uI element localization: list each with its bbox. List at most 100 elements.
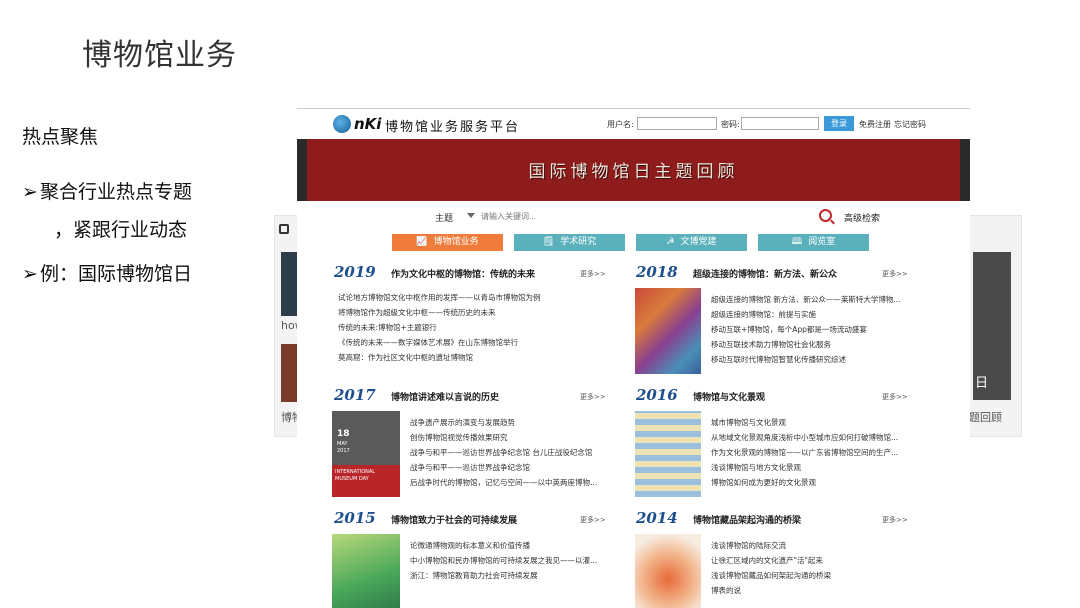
article-panel: 论微通博物观的标本意义和价值传播 中小博物馆和民办博物馆的可持续发展之我见——以… bbox=[332, 534, 625, 608]
article-link[interactable]: 超级连接的博物馆 新方法、新公众——莱斯特大学博物... bbox=[711, 292, 923, 307]
bullet-text: 例：国际博物馆日 bbox=[40, 263, 193, 285]
section-year: 2015 bbox=[334, 509, 376, 527]
banner-title: 国际博物馆日主题回顾 bbox=[528, 162, 739, 182]
login-button[interactable]: 登录 bbox=[824, 116, 854, 131]
bullet-continuation: ，紧跟行业动态 bbox=[54, 219, 188, 241]
article-link[interactable]: 城市博物馆与文化景观 bbox=[711, 415, 923, 430]
forgot-password-link[interactable]: 忘记密码 bbox=[894, 119, 926, 130]
article-link[interactable]: 战争与和平——巡访世界战争纪念馆 台儿庄战役纪念馆 bbox=[410, 445, 620, 460]
article-link[interactable]: 从地域文化景观角度浅析中小型城市应如何打破博物馆... bbox=[711, 430, 923, 445]
article-link[interactable]: 传统的未来:博物馆+主题银行 bbox=[338, 320, 620, 335]
trend-icon: 📈 bbox=[416, 237, 428, 247]
article-panel: 城市博物馆与文化景观 从地域文化景观角度浅析中小型城市应如何打破博物馆... 作… bbox=[635, 411, 928, 497]
background-label: 题回顾 bbox=[969, 411, 1002, 424]
section-title[interactable]: 超级连接的博物馆：新方法、新公众 bbox=[693, 267, 837, 280]
nav-button-party-building[interactable]: ☭ 文博党建 bbox=[636, 234, 747, 251]
username-input[interactable] bbox=[637, 117, 717, 130]
article-link[interactable]: 将博物馆作为超級文化中枢——传统历史的未来 bbox=[338, 305, 620, 320]
arrow-bullet-icon: ➢ bbox=[22, 181, 38, 203]
search-input[interactable] bbox=[481, 209, 811, 224]
article-link[interactable]: 莫高窟：作为社区文化中枢的遗址博物馆 bbox=[338, 350, 620, 365]
poster-date: 18 bbox=[337, 429, 350, 439]
bullet-text: 聚合行业热点专题 bbox=[40, 181, 193, 203]
slide-sidebar: 热点聚焦 ➢ 聚合行业热点专题 ，紧跟行业动态 ➢ 例：国际博物馆日 bbox=[22, 122, 282, 293]
article-link[interactable]: 战争遗产展示的演变与发展趋势 bbox=[410, 415, 620, 430]
article-link[interactable]: 浅谈博物馆与地方文化景观 bbox=[711, 460, 923, 475]
banner: 国际博物馆日主题回顾 bbox=[297, 139, 970, 201]
article-panel: 浅谈博物馆的陆际交流 让徐汇区域内的文化遗产"活"起来 浅谈博物馆藏品如何架起沟… bbox=[635, 534, 928, 608]
article-link[interactable]: 战争与和平——巡访世界战争纪念馆 bbox=[410, 460, 620, 475]
article-panel: 18 MAY 2017 INTERNATIONAL MUSEUM DAY 战争遗… bbox=[332, 411, 625, 497]
section-title[interactable]: 博物馆讲述难以言说的历史 bbox=[391, 390, 499, 403]
article-link[interactable]: 让徐汇区域内的文化遗产"活"起来 bbox=[711, 553, 923, 568]
poster-thumbnail bbox=[635, 411, 701, 497]
more-link[interactable]: 更多>> bbox=[882, 269, 908, 279]
chevron-down-icon[interactable] bbox=[467, 213, 475, 218]
slide-title: 博物馆业务 bbox=[82, 38, 237, 73]
nav-button-reading-room[interactable]: 🕮 阅览室 bbox=[758, 234, 869, 251]
article-panel: 试论地方博物馆文化中枢作用的发挥——以青岛市博物馆为例 将博物馆作为超級文化中枢… bbox=[332, 288, 625, 374]
party-flag-icon: ☭ bbox=[666, 237, 675, 247]
article-link[interactable]: 博表的说 bbox=[711, 583, 923, 598]
search-type-select[interactable]: 主题 bbox=[435, 211, 453, 224]
poster-caption: MUSEUM DAY bbox=[335, 476, 369, 482]
more-link[interactable]: 更多>> bbox=[580, 515, 606, 525]
password-label: 密码: bbox=[721, 120, 740, 129]
poster-year: 2017 bbox=[337, 448, 350, 454]
article-link[interactable]: 作为文化景观的博物馆——以广东省博物馆空间的生产... bbox=[711, 445, 923, 460]
cnki-logo: nKi bbox=[333, 115, 381, 133]
section-year: 2017 bbox=[334, 386, 376, 404]
more-link[interactable]: 更多>> bbox=[580, 392, 606, 402]
article-link[interactable]: 移动互联时代博物馆智慧化传播研究综述 bbox=[711, 352, 923, 367]
section-title[interactable]: 博物馆藏品架起沟通的桥梁 bbox=[693, 513, 801, 526]
article-panel: 超级连接的博物馆 新方法、新公众——莱斯特大学博物... 超级连接的博物馆：前提… bbox=[635, 288, 928, 374]
site-header: nKi 博物馆业务服务平台 用户名: 密码: 登录 免费注册 忘记密码 bbox=[297, 109, 970, 139]
section-year: 2018 bbox=[636, 263, 678, 281]
poster-thumbnail bbox=[635, 288, 701, 374]
search-icon[interactable] bbox=[819, 209, 832, 222]
more-link[interactable]: 更多>> bbox=[882, 515, 908, 525]
advanced-search-link[interactable]: 高级检索 bbox=[844, 211, 880, 224]
section-title[interactable]: 作为文化中枢的博物馆：传统的未来 bbox=[391, 267, 535, 280]
article-link[interactable]: 浅谈博物馆藏品如何架起沟通的桥梁 bbox=[711, 568, 923, 583]
username-label: 用户名: bbox=[607, 120, 634, 129]
website-screenshot: nKi 博物馆业务服务平台 用户名: 密码: 登录 免费注册 忘记密码 国际博物… bbox=[297, 108, 970, 608]
section-heading: 热点聚焦 bbox=[22, 126, 99, 148]
expand-icon bbox=[279, 224, 289, 234]
article-link[interactable]: 《传统的未来——数字媒体艺术展》在山东博物馆举行 bbox=[338, 335, 620, 350]
article-link[interactable]: 浙江：博物馆教育助力社会可持续发展 bbox=[410, 568, 620, 583]
register-link[interactable]: 免费注册 bbox=[859, 119, 891, 130]
article-link[interactable]: 创伤博物馆视觉传播效果研究 bbox=[410, 430, 620, 445]
article-link[interactable]: 论微通博物观的标本意义和价值传播 bbox=[410, 538, 620, 553]
article-link[interactable]: 浅谈博物馆的陆际交流 bbox=[711, 538, 923, 553]
more-link[interactable]: 更多>> bbox=[882, 392, 908, 402]
platform-name: 博物馆业务服务平台 bbox=[385, 120, 521, 135]
nav-button-museum-business[interactable]: 📈 博物馆业务 bbox=[392, 234, 503, 251]
poster-month: MAY bbox=[337, 441, 348, 447]
article-link[interactable]: 移动互联+博物馆，每个App都是一场流动盛宴 bbox=[711, 322, 923, 337]
article-link[interactable]: 试论地方博物馆文化中枢作用的发挥——以青岛市博物馆为例 bbox=[338, 290, 620, 305]
globe-logo-icon bbox=[333, 115, 351, 133]
article-link[interactable]: 超级连接的博物馆：前提与实施 bbox=[711, 307, 923, 322]
section-title[interactable]: 博物馆与文化景观 bbox=[693, 390, 765, 403]
article-link[interactable]: 移动互联技术助力博物馆社会化服务 bbox=[711, 337, 923, 352]
article-link[interactable]: 博物馆如何成为更好的文化景观 bbox=[711, 475, 923, 490]
museum-day-poster: 18 MAY 2017 INTERNATIONAL MUSEUM DAY bbox=[332, 411, 400, 497]
more-link[interactable]: 更多>> bbox=[580, 269, 606, 279]
section-year: 2014 bbox=[636, 509, 678, 527]
poster-thumbnail bbox=[635, 534, 701, 608]
section-year: 2016 bbox=[636, 386, 678, 404]
poster-thumbnail bbox=[332, 534, 400, 608]
search-bar: 主题 高级检索 bbox=[425, 208, 880, 226]
section-title[interactable]: 博物馆致力于社会的可持续发展 bbox=[391, 513, 517, 526]
document-icon: 🗒 bbox=[542, 237, 555, 247]
bullet-item: ➢ 聚合行业热点专题 ，紧跟行业动态 bbox=[22, 173, 282, 249]
background-label: 日 bbox=[975, 376, 989, 391]
nav-button-academic-research[interactable]: 🗒 学术研究 bbox=[514, 234, 625, 251]
article-link[interactable]: 中小博物馆和民办博物馆的可持续发展之我见——以灌... bbox=[410, 553, 620, 568]
poster-caption: INTERNATIONAL bbox=[335, 469, 376, 475]
arrow-bullet-icon: ➢ bbox=[22, 263, 38, 285]
article-link[interactable]: 后战争时代的博物馆，记忆与空间——以中英两座博物... bbox=[410, 475, 620, 490]
book-icon: 🕮 bbox=[791, 237, 803, 247]
password-input[interactable] bbox=[741, 117, 819, 130]
